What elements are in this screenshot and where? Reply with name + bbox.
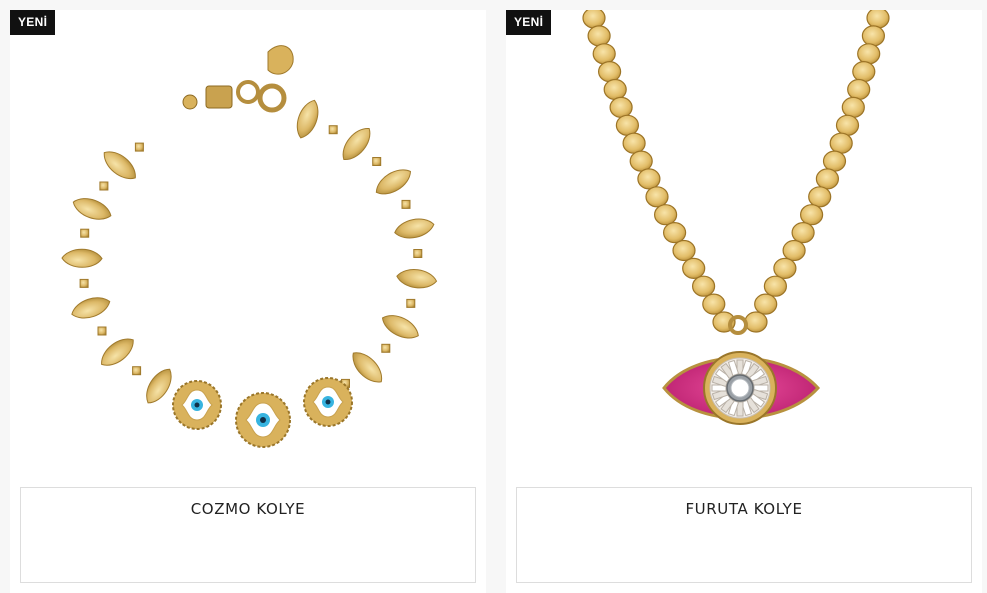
- necklace-chain-link: [866, 10, 890, 29]
- bracelet-leaf-link: [296, 99, 319, 139]
- product-info: COZMO KOLYE: [20, 487, 476, 583]
- bracelet-connector: [80, 228, 90, 238]
- necklace-chain-link: [702, 293, 726, 315]
- necklace-chain-link: [773, 257, 797, 279]
- necklace-chain-link: [791, 222, 815, 244]
- bracelet-leaf-link: [146, 368, 172, 404]
- new-badge: YENİ: [10, 10, 56, 35]
- bracelet-leaf-link: [71, 297, 111, 319]
- evil-eye-pendant: [662, 315, 821, 425]
- necklace-chain-link: [597, 60, 622, 83]
- necklace-chain-link: [622, 132, 646, 154]
- necklace-chain-link: [654, 204, 678, 226]
- bracelet-connector: [413, 249, 423, 258]
- necklace-chain-link: [754, 293, 778, 315]
- necklace-chain-link: [847, 78, 871, 101]
- necklace-chain-link: [582, 10, 606, 29]
- bracelet-leaf-link: [375, 169, 411, 195]
- bracelet-connector: [134, 142, 144, 152]
- necklace-chain-link: [592, 43, 616, 65]
- bracelet-connector: [372, 157, 382, 166]
- gold-bracelet-evil-eye-image: [61, 45, 438, 448]
- necklace-chain-link: [744, 311, 768, 333]
- bracelet-connector: [328, 125, 338, 135]
- necklace-chain-link: [629, 150, 653, 172]
- product-name-link[interactable]: FURUTA KOLYE: [517, 500, 971, 518]
- necklace-chain-link: [808, 186, 832, 208]
- bracelet-leaf-link: [61, 248, 103, 268]
- necklace-chain-link: [835, 114, 860, 136]
- clasp-charm: [182, 45, 294, 113]
- necklace-chain-link: [609, 96, 633, 119]
- necklace-chain-link: [829, 132, 853, 154]
- product-card[interactable]: YENİ FURUTA KOLYE: [506, 10, 982, 593]
- necklace-chain-link: [822, 150, 847, 172]
- necklace-chain-link: [692, 275, 716, 297]
- necklace-chain-link: [782, 239, 806, 262]
- bracelet-connector: [381, 343, 391, 353]
- necklace-chain-link: [672, 239, 696, 262]
- bracelet-leaf-link: [396, 269, 438, 289]
- bracelet-connector: [401, 199, 411, 209]
- product-image[interactable]: [10, 10, 486, 480]
- new-badge: YENİ: [506, 10, 552, 35]
- gold-necklace-evil-eye-pendant-image: [582, 10, 890, 425]
- necklace-chain-link: [682, 257, 706, 279]
- necklace-chain-link: [663, 222, 687, 244]
- bracelet-leaf-link: [101, 338, 134, 366]
- necklace-chain-link: [763, 275, 787, 297]
- necklace-chain-link: [815, 168, 839, 190]
- necklace-chain-link: [861, 25, 885, 47]
- necklace-chain-link: [587, 25, 611, 47]
- bracelet-connector: [99, 181, 109, 191]
- necklace-chain-link: [800, 204, 824, 226]
- necklace-chain-link: [615, 114, 640, 136]
- bracelet-leaf-link: [103, 151, 136, 180]
- bracelet-leaf-link: [352, 352, 383, 383]
- bracelet-connector: [132, 366, 142, 376]
- necklace-chain-link: [857, 43, 881, 65]
- product-card[interactable]: YENİ COZMO KOLYE: [10, 10, 486, 593]
- necklace-chain-link: [645, 186, 669, 208]
- bracelet-leaf-link: [394, 218, 435, 239]
- bracelet-leaf-link: [72, 198, 112, 220]
- necklace-chain-link: [852, 60, 876, 83]
- product-image[interactable]: [506, 10, 982, 480]
- bracelet-leaf-link: [381, 315, 419, 339]
- product-info: FURUTA KOLYE: [516, 487, 972, 583]
- bracelet-connector: [79, 278, 89, 288]
- bracelet-leaf-link: [342, 128, 371, 160]
- necklace-chain-link: [841, 96, 865, 119]
- necklace-chain-link: [603, 78, 627, 101]
- evil-eye-charms: [172, 377, 353, 448]
- bracelet-connector: [97, 326, 107, 336]
- bracelet-connector: [406, 298, 416, 308]
- product-name-link[interactable]: COZMO KOLYE: [21, 500, 475, 518]
- necklace-chain-link: [637, 168, 661, 190]
